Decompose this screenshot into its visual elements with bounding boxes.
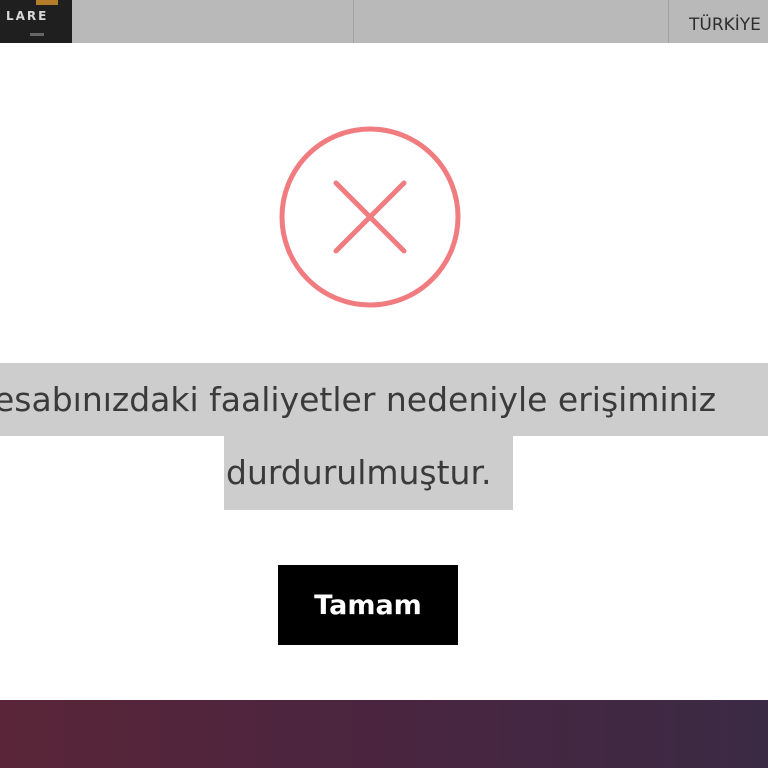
site-logo[interactable]: LARE	[0, 0, 72, 43]
top-navigation-bar: LARE TÜRKİYE	[0, 0, 768, 43]
logo-subtext	[30, 33, 44, 36]
ok-button[interactable]: Tamam	[278, 565, 458, 645]
footer-band	[0, 700, 768, 768]
message-line2: durdurulmuştur.	[226, 453, 492, 492]
logo-text: LARE	[6, 9, 49, 23]
error-x-circle-icon	[279, 126, 461, 308]
logo-mark	[36, 0, 58, 5]
nav-divider	[668, 0, 669, 43]
nav-divider	[353, 0, 354, 43]
country-selector[interactable]: TÜRKİYE	[689, 15, 761, 35]
page: LARE TÜRKİYE esabınızdaki faaliyetler ne…	[0, 0, 768, 768]
message-line1: esabınızdaki faaliyetler nedeniyle erişi…	[0, 380, 717, 419]
alert-modal: esabınızdaki faaliyetler nedeniyle erişi…	[0, 43, 768, 700]
